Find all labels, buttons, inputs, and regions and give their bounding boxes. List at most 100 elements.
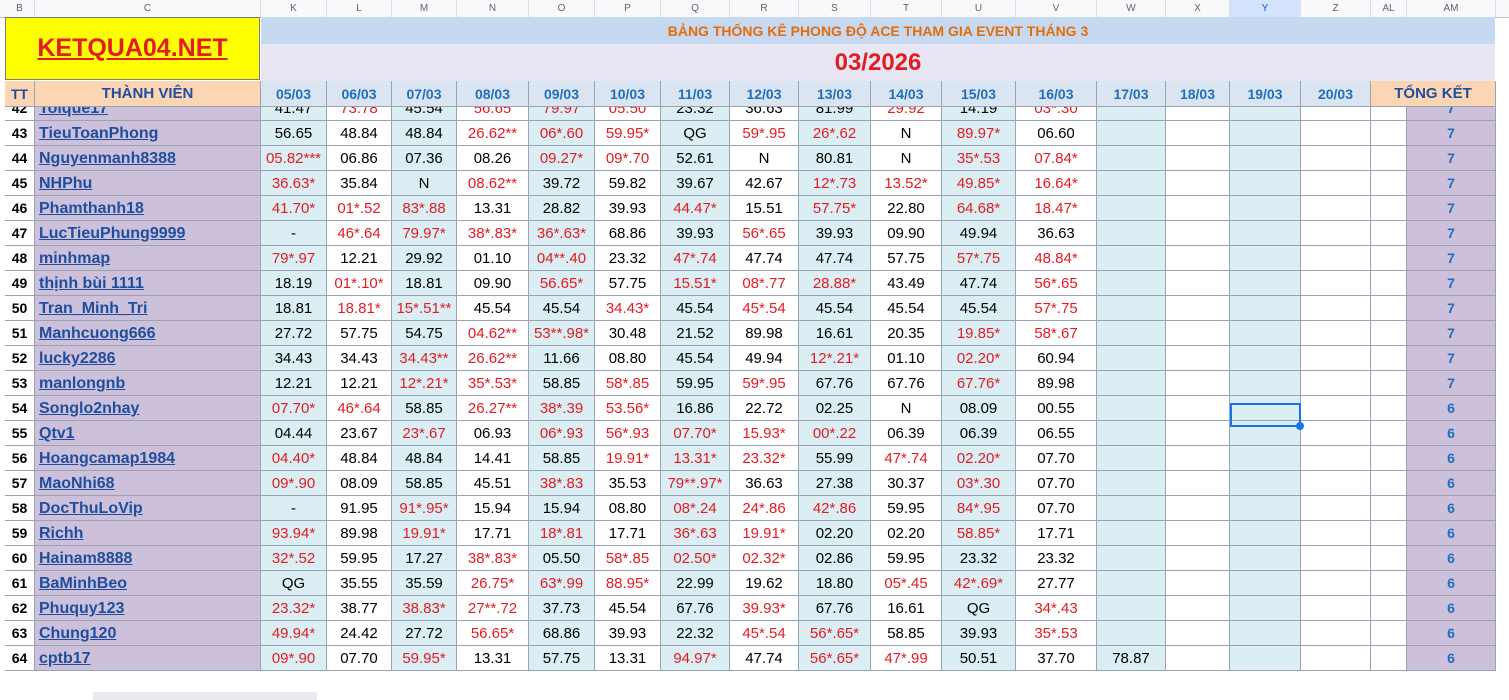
- score-cell[interactable]: 27.72: [392, 621, 457, 646]
- score-cell[interactable]: 46*.64: [327, 221, 392, 246]
- score-cell[interactable]: 07.84*: [1016, 146, 1097, 171]
- total-cell[interactable]: 7: [1407, 346, 1496, 371]
- score-cell[interactable]: [1301, 121, 1371, 146]
- score-cell[interactable]: 38*.83: [529, 471, 595, 496]
- score-cell[interactable]: [1301, 446, 1371, 471]
- empty-cell[interactable]: [1371, 596, 1407, 621]
- score-cell[interactable]: 02.86: [799, 546, 871, 571]
- score-cell[interactable]: 23*.67: [392, 421, 457, 446]
- column-letter-l[interactable]: L: [327, 0, 392, 17]
- total-cell[interactable]: 6: [1407, 621, 1496, 646]
- member-name-link[interactable]: Hainam8888: [35, 546, 261, 571]
- score-cell[interactable]: 12.21: [327, 246, 392, 271]
- empty-cell[interactable]: [1371, 621, 1407, 646]
- score-cell[interactable]: 23.32: [942, 546, 1016, 571]
- score-cell[interactable]: [1166, 621, 1230, 646]
- score-cell[interactable]: 46*.64: [327, 396, 392, 421]
- score-cell[interactable]: [1301, 396, 1371, 421]
- score-cell[interactable]: 45.54: [661, 346, 730, 371]
- score-cell[interactable]: 02.20: [799, 521, 871, 546]
- column-letter-u[interactable]: U: [942, 0, 1016, 17]
- score-cell[interactable]: 17.71: [595, 521, 661, 546]
- score-cell[interactable]: [1097, 571, 1166, 596]
- score-cell[interactable]: 48.84*: [1016, 246, 1097, 271]
- score-cell[interactable]: 02.32*: [730, 546, 799, 571]
- empty-cell[interactable]: [1371, 271, 1407, 296]
- score-cell[interactable]: 38*.83*: [457, 221, 529, 246]
- score-cell[interactable]: 94.97*: [661, 646, 730, 671]
- score-cell[interactable]: 36*.63: [661, 521, 730, 546]
- score-cell[interactable]: 35*.53*: [457, 371, 529, 396]
- score-cell[interactable]: 22.99: [661, 571, 730, 596]
- score-cell[interactable]: 18.80: [799, 571, 871, 596]
- score-cell[interactable]: 45.54: [457, 296, 529, 321]
- score-cell[interactable]: 59.95: [661, 371, 730, 396]
- score-cell[interactable]: 58.85: [392, 396, 457, 421]
- score-cell[interactable]: 12.21: [261, 371, 327, 396]
- empty-cell[interactable]: [1371, 296, 1407, 321]
- score-cell[interactable]: [1166, 571, 1230, 596]
- score-cell[interactable]: 36.63*: [261, 171, 327, 196]
- member-name-link[interactable]: Hoangcamap1984: [35, 446, 261, 471]
- score-cell[interactable]: [1230, 146, 1301, 171]
- empty-cell[interactable]: [1371, 496, 1407, 521]
- score-cell[interactable]: 19.91*: [595, 446, 661, 471]
- horizontal-scrollbar[interactable]: [93, 692, 317, 700]
- total-cell[interactable]: 6: [1407, 571, 1496, 596]
- member-name-link[interactable]: Richh: [35, 521, 261, 546]
- score-cell[interactable]: 07.70: [327, 646, 392, 671]
- score-cell[interactable]: 18.81: [392, 271, 457, 296]
- score-cell[interactable]: [1301, 371, 1371, 396]
- score-cell[interactable]: [1166, 271, 1230, 296]
- score-cell[interactable]: 26.62**: [457, 346, 529, 371]
- member-name-link[interactable]: Manhcuong666: [35, 321, 261, 346]
- score-cell[interactable]: 45.54: [661, 296, 730, 321]
- score-cell[interactable]: 20.35: [871, 321, 942, 346]
- score-cell[interactable]: [1097, 521, 1166, 546]
- empty-cell[interactable]: [1371, 221, 1407, 246]
- score-cell[interactable]: 34*.43: [1016, 596, 1097, 621]
- score-cell[interactable]: 39.93: [942, 621, 1016, 646]
- empty-cell[interactable]: [1371, 396, 1407, 421]
- score-cell[interactable]: N: [871, 396, 942, 421]
- score-cell[interactable]: N: [871, 146, 942, 171]
- score-cell[interactable]: 48.84: [392, 446, 457, 471]
- score-cell[interactable]: [1301, 221, 1371, 246]
- score-cell[interactable]: 13.31: [457, 646, 529, 671]
- score-cell[interactable]: 34.43**: [392, 346, 457, 371]
- score-cell[interactable]: 26.27**: [457, 396, 529, 421]
- score-cell[interactable]: 06.55: [1016, 421, 1097, 446]
- score-cell[interactable]: [1166, 446, 1230, 471]
- score-cell[interactable]: 26.62**: [457, 121, 529, 146]
- score-cell[interactable]: [1301, 321, 1371, 346]
- empty-cell[interactable]: [1371, 446, 1407, 471]
- score-cell[interactable]: 06*.60: [529, 121, 595, 146]
- score-cell[interactable]: [1230, 371, 1301, 396]
- score-cell[interactable]: [1097, 471, 1166, 496]
- column-letter-p[interactable]: P: [595, 0, 661, 17]
- score-cell[interactable]: [1230, 271, 1301, 296]
- score-cell[interactable]: 29.92: [392, 246, 457, 271]
- score-cell[interactable]: 04**.40: [529, 246, 595, 271]
- score-cell[interactable]: 89.97*: [942, 121, 1016, 146]
- column-letter-q[interactable]: Q: [661, 0, 730, 17]
- score-cell[interactable]: [1230, 296, 1301, 321]
- column-letter-o[interactable]: O: [529, 0, 595, 17]
- score-cell[interactable]: QG: [661, 121, 730, 146]
- total-cell[interactable]: 7: [1407, 371, 1496, 396]
- score-cell[interactable]: 23.67: [327, 421, 392, 446]
- score-cell[interactable]: [1097, 346, 1166, 371]
- score-cell[interactable]: 89.98: [327, 521, 392, 546]
- score-cell[interactable]: 91.95: [327, 496, 392, 521]
- member-name-link[interactable]: NHPhu: [35, 171, 261, 196]
- member-name-link[interactable]: thịnh bùi 1111: [35, 271, 261, 296]
- score-cell[interactable]: 35*.53: [1016, 621, 1097, 646]
- score-cell[interactable]: 02.20*: [942, 446, 1016, 471]
- score-cell[interactable]: 23.32*: [261, 596, 327, 621]
- score-cell[interactable]: [1097, 296, 1166, 321]
- score-cell[interactable]: 12*.73: [799, 171, 871, 196]
- score-cell[interactable]: [1097, 321, 1166, 346]
- score-cell[interactable]: [1301, 646, 1371, 671]
- score-cell[interactable]: 19.91*: [392, 521, 457, 546]
- score-cell[interactable]: 79.97*: [392, 221, 457, 246]
